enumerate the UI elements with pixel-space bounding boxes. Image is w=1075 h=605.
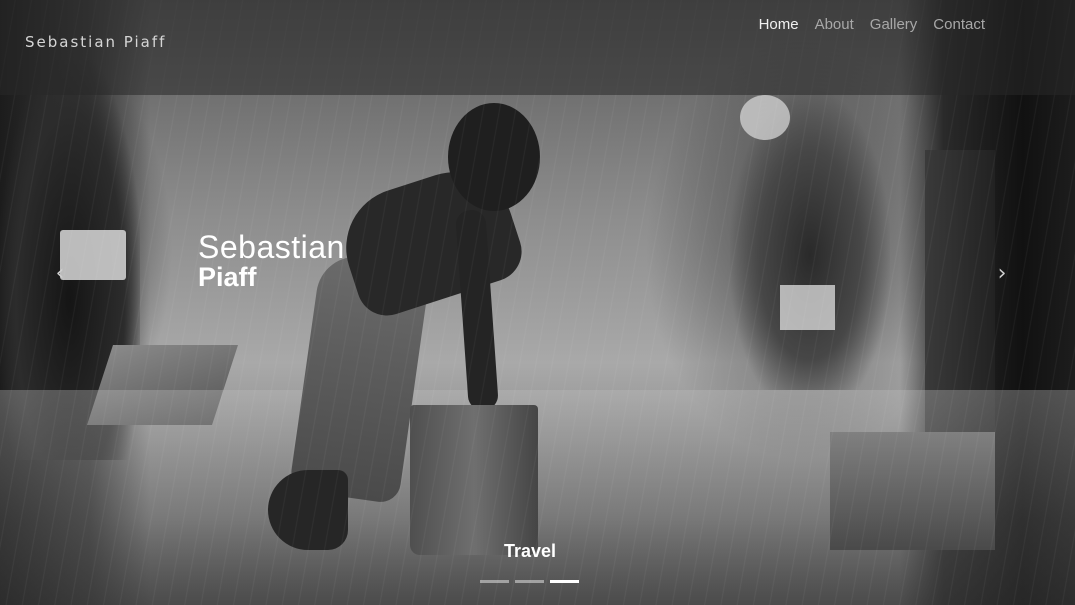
hero-title-first-name: Sebastian: [198, 229, 345, 266]
carousel-indicator-3[interactable]: [550, 580, 579, 583]
nav-item-contact[interactable]: Contact: [925, 16, 993, 33]
top-navbar: Sebastian Piaff Home About Gallery Conta…: [0, 0, 1075, 95]
carousel-indicator-2[interactable]: [515, 580, 544, 583]
hero-title-last-name: Piaff: [198, 262, 257, 293]
carousel-indicator-1[interactable]: [480, 580, 509, 583]
carousel-prev-button[interactable]: ‹: [48, 262, 72, 286]
hero-title: Sebastian Piaff: [198, 231, 345, 291]
chevron-left-icon: ‹: [55, 261, 65, 286]
nav-item-about[interactable]: About: [807, 16, 862, 33]
chevron-right-icon: ›: [997, 261, 1007, 286]
nav-item-gallery[interactable]: Gallery: [862, 16, 926, 33]
slide-caption: Travel: [503, 541, 557, 561]
carousel-indicators: [480, 580, 579, 583]
nav-menu: Home About Gallery Contact: [751, 14, 993, 33]
nav-item-home[interactable]: Home: [751, 16, 807, 33]
hero-carousel: Sebastian Piaff Home About Gallery Conta…: [0, 0, 1075, 605]
carousel-next-button[interactable]: ›: [990, 262, 1014, 286]
brand-logo-link[interactable]: Sebastian Piaff: [25, 33, 166, 51]
